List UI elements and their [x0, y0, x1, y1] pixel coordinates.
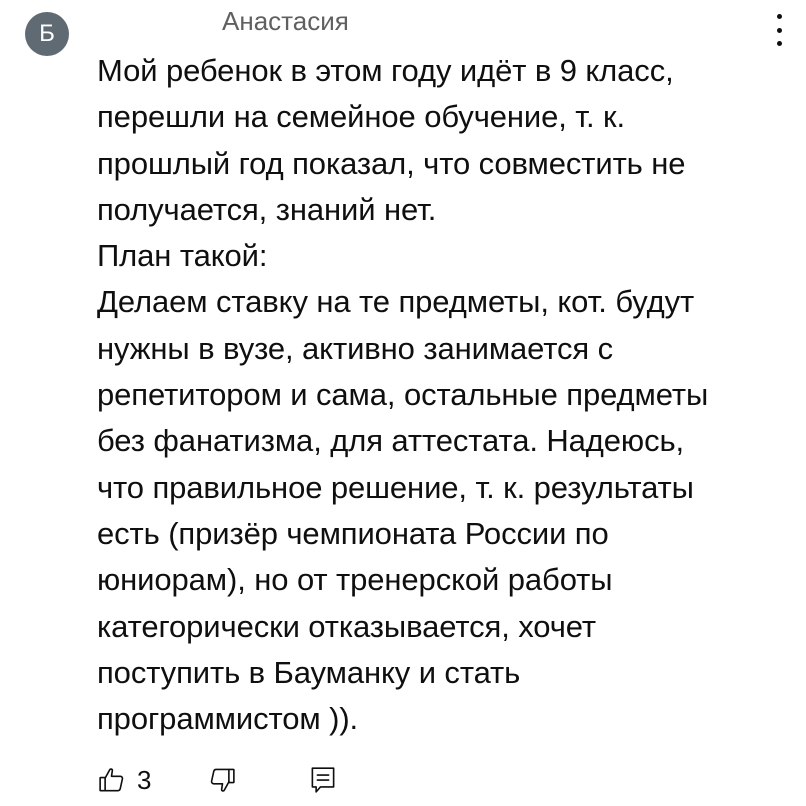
comment-text-line: получается, знаний нет. — [97, 191, 437, 227]
comment-text-line: поступить в Бауманку и стать — [97, 654, 521, 690]
comment-text-line: Делаем ставку на те предметы, кот. будут — [97, 284, 695, 320]
comment-text-line: перешли на семейное обучение, т. к. — [97, 99, 625, 135]
comment-text-line: категорически отказывается, хочет — [97, 608, 596, 644]
comment-text: Мой ребенок в этом году идёт в 9 класс, … — [97, 48, 787, 742]
reply-button[interactable] — [309, 762, 337, 798]
comment-author[interactable]: Анастасия — [222, 6, 349, 37]
comment-text-line: нужны в вузе, активно занимается с — [97, 330, 614, 366]
comment-text-line: Мой ребенок в этом году идёт в 9 класс, — [97, 53, 674, 88]
comment-text-line: прошлый год показал, что совместить не — [97, 145, 686, 181]
like-button[interactable]: 3 — [97, 762, 151, 798]
comment-text-line: юниорам), но от тренерской работы — [97, 562, 613, 598]
avatar[interactable]: Б — [25, 12, 69, 56]
more-vert-icon-dot — [776, 27, 782, 33]
comment-text-line: есть (призёр чемпионата России по — [97, 515, 609, 551]
comment-text-line: План такой: — [97, 238, 268, 274]
dislike-button[interactable] — [207, 762, 237, 798]
thumb-down-icon — [207, 765, 237, 795]
comment-text-line: без фанатизма, для аттестата. Надеюсь, — [97, 423, 685, 459]
more-options-button[interactable] — [768, 14, 790, 46]
comment: Б Анастасия Мой ребенок в этом году идёт… — [0, 0, 806, 806]
comment-text-line: что правильное решение, т. к. результаты — [97, 469, 694, 505]
reply-comment-icon — [309, 765, 337, 795]
like-count: 3 — [137, 764, 152, 795]
comment-text-line: программистом )). — [97, 701, 359, 737]
comment-text-line: репетитором и сама, остальные предметы — [97, 377, 709, 413]
more-vert-icon — [776, 14, 782, 19]
thumb-up-icon — [97, 765, 127, 795]
avatar-letter: Б — [39, 20, 55, 47]
more-vert-icon-dot — [776, 41, 782, 46]
